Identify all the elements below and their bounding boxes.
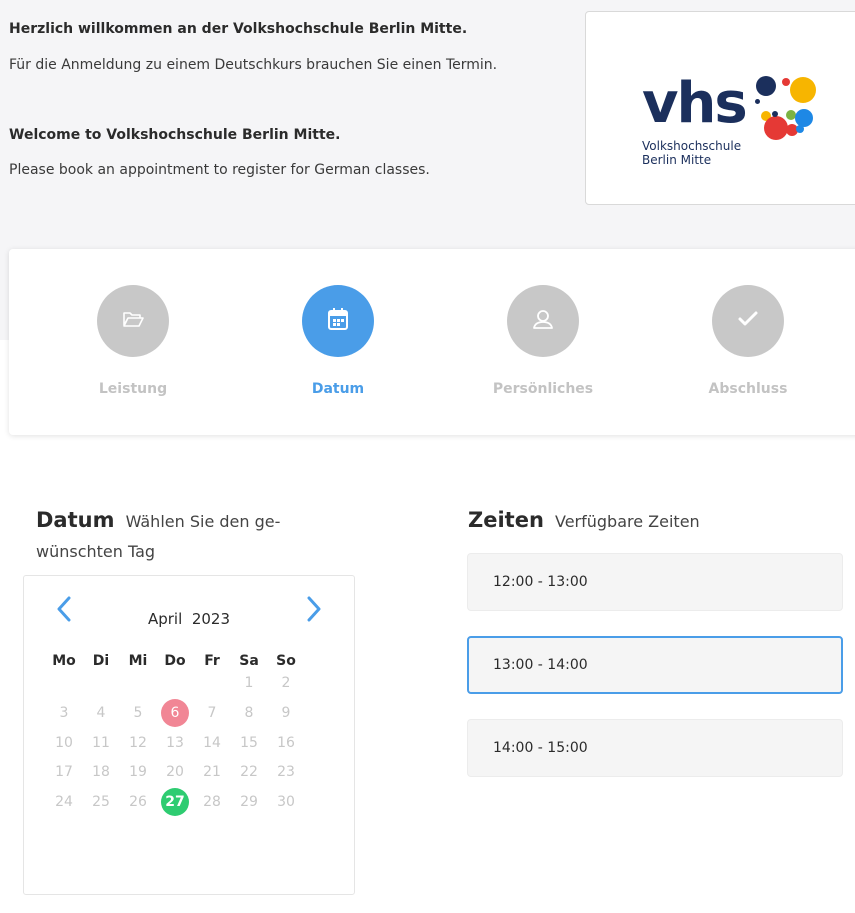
calendar-day: 16 (277, 735, 295, 751)
time-slot[interactable]: 14:00 - 15:00 (467, 719, 843, 777)
calendar-day: 15 (240, 735, 258, 751)
weekday-header: Fr (204, 653, 220, 669)
weekday-header: So (276, 653, 296, 669)
welcome-title-de: Herzlich willkommen an der Volkshochschu… (9, 21, 468, 37)
date-section-heading: Datum Wählen Sie den ge- wünschten Tag (36, 505, 336, 567)
logo-dot (764, 116, 788, 140)
calendar-day: 22 (240, 764, 258, 780)
date-title: Datum (36, 508, 115, 532)
step-circle (507, 285, 579, 357)
weekday-header: Mi (128, 653, 148, 669)
welcome-text-de: Für die Anmeldung zu einem Deutschkurs b… (9, 57, 498, 73)
logo-subline-2: Berlin Mitte (642, 153, 712, 167)
time-slot[interactable]: 12:00 - 13:00 (467, 553, 843, 611)
times-title: Zeiten (468, 508, 544, 532)
booking-stepper: Leistung Datum Persönliches Abschluss (9, 249, 855, 435)
step-label: Abschluss (708, 381, 788, 397)
calendar-day: 5 (133, 705, 143, 721)
date-subtitle-2: wünschten Tag (36, 542, 156, 561)
calendar-icon (327, 307, 349, 335)
step-label: Datum (311, 381, 365, 397)
logo-dot (756, 76, 776, 96)
logo-dot (755, 99, 760, 104)
time-slot-selected[interactable]: 13:00 - 14:00 (467, 636, 843, 694)
step-datum[interactable]: Datum (268, 285, 408, 397)
calendar-day-today: 6 (161, 699, 189, 727)
calendar-day: 28 (203, 794, 221, 810)
logo-dot (782, 78, 790, 86)
calendar-day: 3 (59, 705, 69, 721)
logo-dot (772, 111, 778, 117)
chevron-right-icon (306, 596, 322, 626)
logo-dot (790, 77, 816, 103)
calendar-year: 2023 (191, 610, 231, 628)
calendar-day: 18 (92, 764, 110, 780)
calendar-day: 29 (240, 794, 258, 810)
check-icon (737, 310, 759, 332)
step-leistung[interactable]: Leistung (63, 285, 203, 397)
calendar: April 2023 Mo Di Mi Do Fr Sa So 1 2 3 4 5 6 7 8 9 10 11 12… (23, 575, 355, 895)
welcome-text-en: Please book an appointment to register f… (9, 162, 430, 178)
step-persoenliches[interactable]: Persönliches (473, 285, 613, 397)
next-month-button[interactable] (302, 596, 326, 626)
calendar-day: 9 (281, 705, 291, 721)
calendar-day: 25 (92, 794, 110, 810)
calendar-day: 4 (96, 705, 106, 721)
calendar-day-available[interactable]: 27 (161, 788, 189, 816)
calendar-day: 1 (244, 675, 254, 691)
calendar-day: 30 (277, 794, 295, 810)
step-abschluss[interactable]: Abschluss (678, 285, 818, 397)
welcome-title-en: Welcome to Volkshochschule Berlin Mitte. (9, 127, 341, 143)
weekday-header: Sa (239, 653, 259, 669)
calendar-day: 14 (203, 735, 221, 751)
calendar-day: 17 (55, 764, 73, 780)
weekday-header: Mo (52, 653, 76, 669)
step-circle (302, 285, 374, 357)
calendar-day: 12 (129, 735, 147, 751)
calendar-day: 8 (244, 705, 254, 721)
weekday-header: Di (92, 653, 110, 669)
calendar-day: 26 (129, 794, 147, 810)
weekday-header: Do (164, 653, 186, 669)
calendar-day: 13 (166, 735, 184, 751)
calendar-day: 19 (129, 764, 147, 780)
vhs-logo: vhs Volkshochschule Berlin Mitte (585, 11, 855, 205)
step-circle (97, 285, 169, 357)
calendar-day: 7 (207, 705, 217, 721)
calendar-day: 24 (55, 794, 73, 810)
calendar-month: April (147, 610, 183, 628)
folder-open-icon (122, 310, 144, 332)
logo-subline-1: Volkshochschule (642, 139, 742, 153)
step-label: Leistung (98, 381, 168, 397)
step-label: Persönliches (492, 381, 594, 397)
calendar-day: 2 (281, 675, 291, 691)
times-section-heading: Zeiten Verfügbare Zeiten (468, 505, 700, 537)
times-subtitle: Verfügbare Zeiten (555, 512, 700, 531)
date-subtitle-1: Wählen Sie den ge- (125, 512, 281, 531)
calendar-day: 11 (92, 735, 110, 751)
calendar-day: 10 (55, 735, 73, 751)
calendar-day: 21 (203, 764, 221, 780)
calendar-day: 20 (166, 764, 184, 780)
logo-dot (796, 125, 804, 133)
calendar-day: 23 (277, 764, 295, 780)
logo-wordmark: vhs (642, 71, 748, 136)
user-icon (532, 308, 554, 334)
step-circle (712, 285, 784, 357)
